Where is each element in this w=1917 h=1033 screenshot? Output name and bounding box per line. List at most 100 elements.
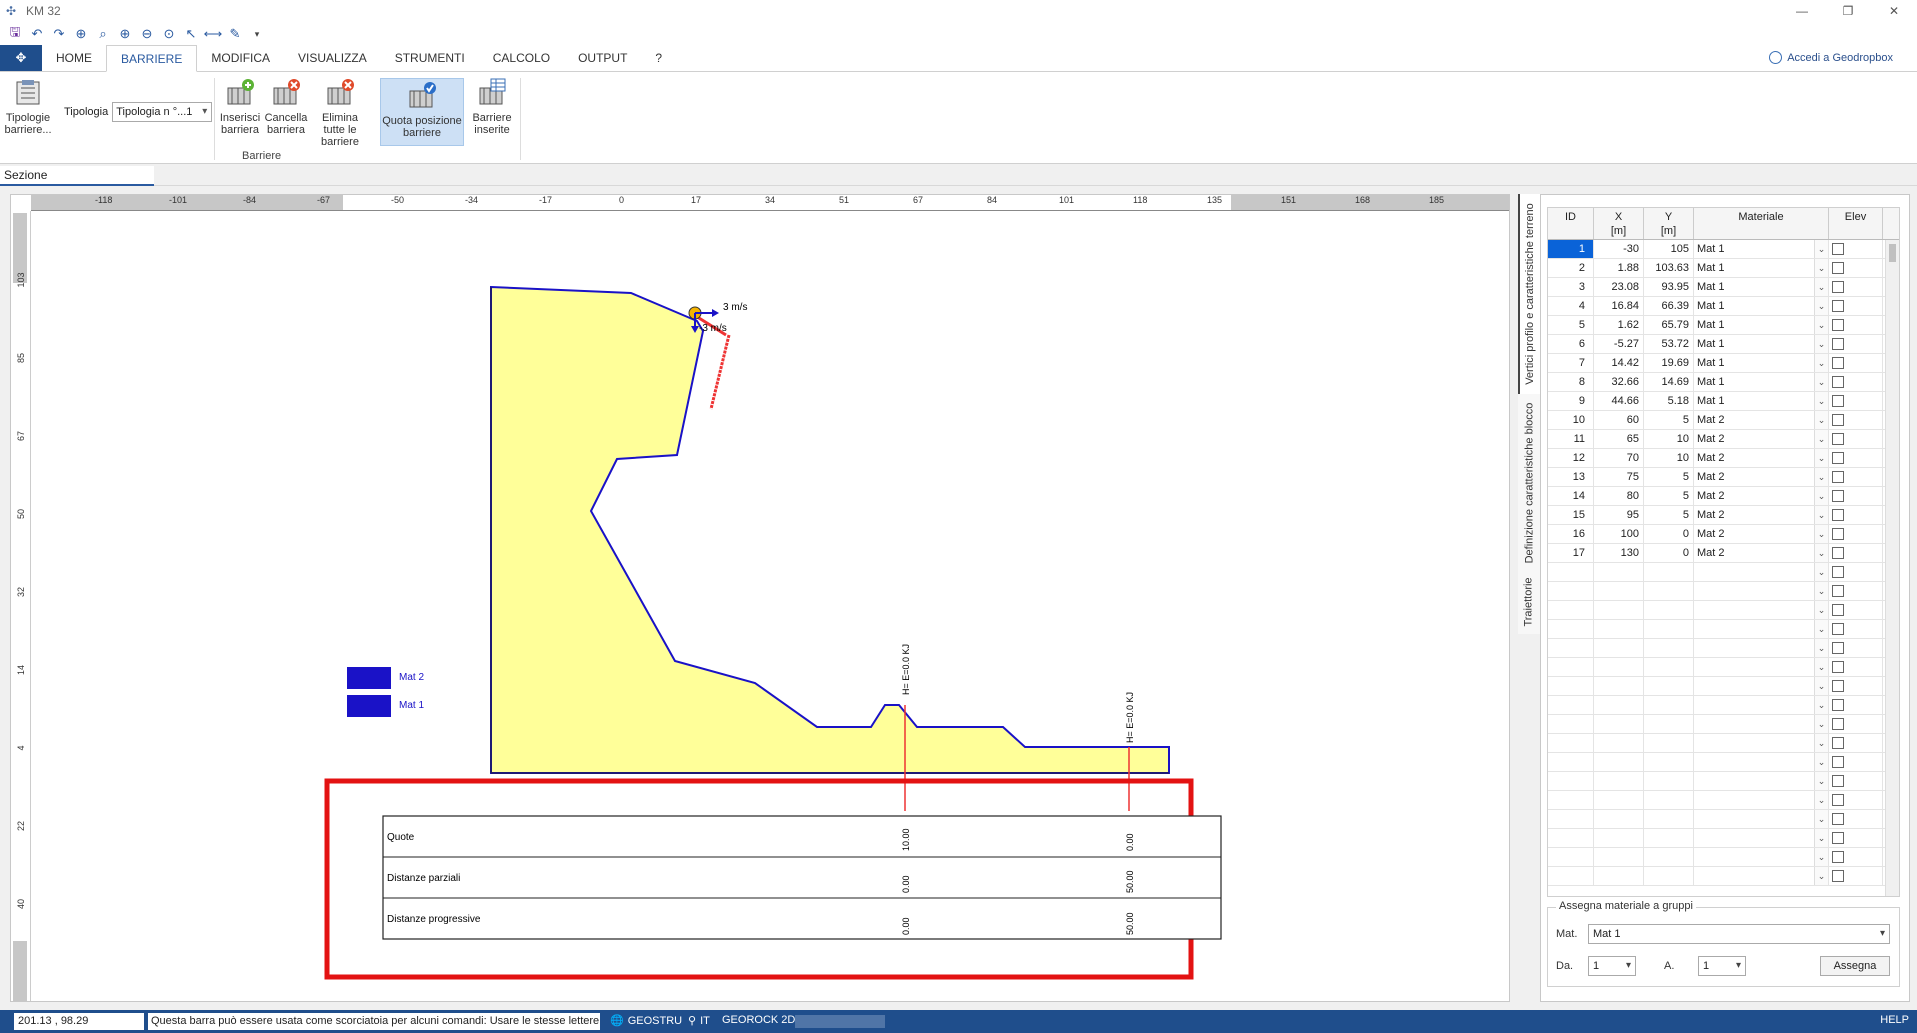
tab-modifica[interactable]: MODIFICA — [197, 45, 284, 71]
chevron-down-icon[interactable]: ⌄ — [1814, 848, 1828, 866]
grid-scrollbar[interactable] — [1885, 240, 1899, 896]
cell-y[interactable]: 5 — [1644, 411, 1694, 429]
tab-home[interactable]: HOME — [42, 45, 106, 71]
table-row[interactable]: 13 75 5 Mat 2 ⌄ — [1548, 468, 1899, 487]
cell-id[interactable]: 9 — [1548, 392, 1594, 410]
table-row[interactable]: 8 32.66 14.69 Mat 1 ⌄ — [1548, 373, 1899, 392]
cell-x[interactable]: 130 — [1594, 544, 1644, 562]
elev-checkbox[interactable] — [1832, 813, 1844, 825]
tab-sezione[interactable]: Sezione — [0, 166, 154, 186]
customize-qat-icon[interactable]: ▾ — [246, 24, 268, 44]
cell-id[interactable]: 5 — [1548, 316, 1594, 334]
cell-id[interactable]: 14 — [1548, 487, 1594, 505]
chevron-down-icon[interactable]: ⌄ — [1814, 772, 1828, 790]
cell-x[interactable] — [1594, 772, 1644, 790]
cell-id[interactable] — [1548, 658, 1594, 676]
cell-id[interactable]: 4 — [1548, 297, 1594, 315]
elev-checkbox[interactable] — [1832, 642, 1844, 654]
cell-id[interactable] — [1548, 867, 1594, 885]
cell-id[interactable] — [1548, 677, 1594, 695]
zoom-window-icon[interactable]: ⌕ — [92, 24, 114, 44]
cell-x[interactable]: 44.66 — [1594, 392, 1644, 410]
cell-id[interactable] — [1548, 582, 1594, 600]
from-combo[interactable]: 1 ▾ — [1588, 956, 1636, 976]
chevron-down-icon[interactable]: ⌄ — [1814, 563, 1828, 581]
table-row[interactable]: ⌄ — [1548, 696, 1899, 715]
cell-id[interactable] — [1548, 829, 1594, 847]
cell-x[interactable] — [1594, 848, 1644, 866]
cell-x[interactable]: 70 — [1594, 449, 1644, 467]
table-row[interactable]: 1 -30 105 Mat 1 ⌄ — [1548, 240, 1899, 259]
cell-id[interactable] — [1548, 753, 1594, 771]
table-row[interactable]: 9 44.66 5.18 Mat 1 ⌄ — [1548, 392, 1899, 411]
minimize-icon[interactable]: — — [1779, 0, 1825, 22]
cell-y[interactable] — [1644, 677, 1694, 695]
chevron-down-icon[interactable]: ⌄ — [1814, 335, 1828, 353]
cell-y[interactable] — [1644, 620, 1694, 638]
elev-checkbox[interactable] — [1832, 433, 1844, 445]
chevron-down-icon[interactable]: ⌄ — [1814, 582, 1828, 600]
cell-x[interactable] — [1594, 696, 1644, 714]
cell-y[interactable]: 10 — [1644, 449, 1694, 467]
restore-icon[interactable]: ❐ — [1825, 0, 1871, 22]
cell-id[interactable] — [1548, 639, 1594, 657]
cell-y[interactable]: 5 — [1644, 487, 1694, 505]
table-row[interactable]: ⌄ — [1548, 639, 1899, 658]
chevron-down-icon[interactable]: ⌄ — [1814, 240, 1828, 258]
table-row[interactable]: ⌄ — [1548, 753, 1899, 772]
chevron-down-icon[interactable]: ⌄ — [1814, 715, 1828, 733]
chevron-down-icon[interactable]: ⌄ — [1814, 411, 1828, 429]
elev-checkbox[interactable] — [1832, 471, 1844, 483]
chevron-down-icon[interactable]: ⌄ — [1814, 867, 1828, 885]
table-row[interactable]: 6 -5.27 53.72 Mat 1 ⌄ — [1548, 335, 1899, 354]
zoom-plus-icon[interactable]: ⊕ — [114, 24, 136, 44]
cell-x[interactable] — [1594, 810, 1644, 828]
select-pointer-icon[interactable]: ↖ — [180, 24, 202, 44]
cell-id[interactable] — [1548, 620, 1594, 638]
table-row[interactable]: 5 1.62 65.79 Mat 1 ⌄ — [1548, 316, 1899, 335]
cell-y[interactable]: 19.69 — [1644, 354, 1694, 372]
tab-barriere[interactable]: BARRIERE — [106, 45, 198, 72]
table-row[interactable]: 12 70 10 Mat 2 ⌄ — [1548, 449, 1899, 468]
elev-checkbox[interactable] — [1832, 851, 1844, 863]
language-indicator[interactable]: ⚲ IT — [688, 1014, 710, 1028]
elev-checkbox[interactable] — [1832, 680, 1844, 692]
table-row[interactable]: 3 23.08 93.95 Mat 1 ⌄ — [1548, 278, 1899, 297]
cell-y[interactable]: 5 — [1644, 468, 1694, 486]
cell-x[interactable]: 16.84 — [1594, 297, 1644, 315]
cell-x[interactable] — [1594, 639, 1644, 657]
header-x[interactable]: X [m] — [1594, 208, 1644, 239]
cell-id[interactable]: 15 — [1548, 506, 1594, 524]
cell-x[interactable] — [1594, 715, 1644, 733]
elev-checkbox[interactable] — [1832, 528, 1844, 540]
chevron-down-icon[interactable]: ⌄ — [1814, 658, 1828, 676]
cell-id[interactable]: 10 — [1548, 411, 1594, 429]
cell-x[interactable]: 95 — [1594, 506, 1644, 524]
cell-materiale[interactable]: ⌄ — [1694, 582, 1829, 600]
cell-materiale[interactable]: Mat 2 ⌄ — [1694, 430, 1829, 448]
cell-x[interactable]: -30 — [1594, 240, 1644, 258]
cell-y[interactable] — [1644, 715, 1694, 733]
cell-x[interactable]: 75 — [1594, 468, 1644, 486]
cell-y[interactable] — [1644, 829, 1694, 847]
cell-x[interactable]: 65 — [1594, 430, 1644, 448]
assegna-button[interactable]: Assegna — [1820, 956, 1890, 976]
cell-id[interactable] — [1548, 696, 1594, 714]
table-row[interactable]: ⌄ — [1548, 563, 1899, 582]
zoom-out-icon[interactable]: ⊖ — [136, 24, 158, 44]
cell-x[interactable] — [1594, 677, 1644, 695]
cell-materiale[interactable]: Mat 2 ⌄ — [1694, 449, 1829, 467]
elimina-tutte-button[interactable]: Elimina tutte le barriere — [310, 78, 370, 148]
cell-materiale[interactable]: ⌄ — [1694, 791, 1829, 809]
cell-y[interactable]: 14.69 — [1644, 373, 1694, 391]
chevron-down-icon[interactable]: ⌄ — [1814, 525, 1828, 543]
elev-checkbox[interactable] — [1832, 509, 1844, 521]
chevron-down-icon[interactable]: ⌄ — [1814, 392, 1828, 410]
cell-x[interactable] — [1594, 658, 1644, 676]
cell-materiale[interactable]: ⌄ — [1694, 734, 1829, 752]
chevron-down-icon[interactable]: ⌄ — [1814, 620, 1828, 638]
cell-id[interactable]: 3 — [1548, 278, 1594, 296]
cell-materiale[interactable]: ⌄ — [1694, 658, 1829, 676]
mat-combo[interactable]: Mat 1 ▾ — [1588, 924, 1890, 944]
cell-x[interactable]: 100 — [1594, 525, 1644, 543]
